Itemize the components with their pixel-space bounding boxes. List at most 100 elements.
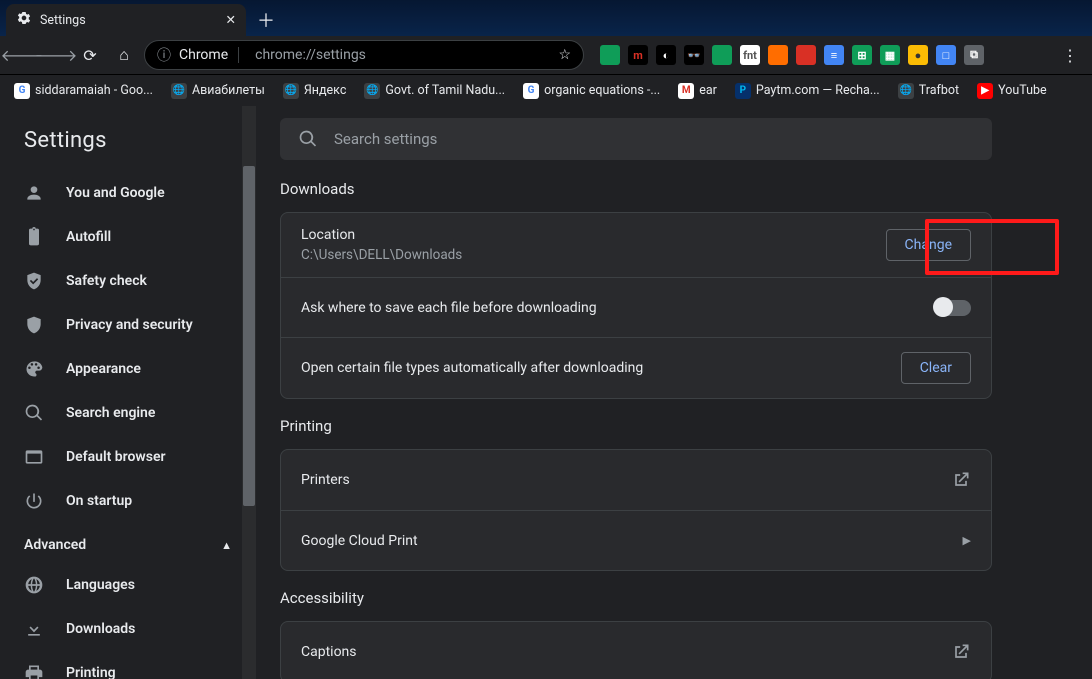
sidebar-item-on-startup[interactable]: On startup <box>0 479 256 523</box>
extension-icon[interactable]: ⊞ <box>852 45 872 65</box>
bookmark-label: Trafbot <box>919 83 959 98</box>
sidebar-item-label: On startup <box>66 493 132 509</box>
bookmark-item[interactable]: 🌐Авиабилеты <box>165 83 271 99</box>
info-icon: ⓘ <box>157 45 171 65</box>
search-icon <box>298 129 318 149</box>
bookmark-item[interactable]: Gsiddaramaiah - Goo... <box>8 83 159 99</box>
palette-icon <box>24 359 44 379</box>
bookmark-item[interactable]: ▶YouTube <box>971 83 1053 99</box>
extension-icon[interactable]: 👓 <box>684 45 704 65</box>
extension-icon[interactable]: ▦ <box>880 45 900 65</box>
url-scheme-label: Chrome <box>179 47 239 63</box>
downloads-location-row: Location C:\Users\DELL\Downloads Change <box>281 213 991 277</box>
bookmark-label: Govt. of Tamil Nadu... <box>385 83 505 98</box>
back-button[interactable]: 🡐 <box>8 41 36 69</box>
extension-icon[interactable] <box>600 45 620 65</box>
favicon: 🌐 <box>171 83 187 99</box>
extension-icon[interactable]: ⧉ <box>964 45 984 65</box>
favicon: G <box>14 83 30 99</box>
sidebar-item-default-browser[interactable]: Default browser <box>0 435 256 479</box>
person-icon <box>24 183 44 203</box>
printers-row[interactable]: Printers <box>281 450 991 510</box>
sidebar-item-downloads[interactable]: Downloads <box>0 607 256 651</box>
extension-icon[interactable]: fnt <box>740 45 760 65</box>
bookmark-item[interactable]: 🌐 Trafbot <box>892 83 965 99</box>
page-title: Settings <box>0 106 256 171</box>
advanced-label: Advanced <box>24 537 86 553</box>
scrollbar-thumb[interactable] <box>243 166 255 506</box>
cloud-print-row[interactable]: Google Cloud Print ▶ <box>281 510 991 570</box>
browser-tab[interactable]: Settings ✕ <box>6 4 246 36</box>
address-bar[interactable]: ⓘ Chrome chrome://settings ☆ <box>144 40 584 70</box>
bookmark-label: siddaramaiah - Goo... <box>35 83 153 98</box>
extension-icon[interactable]: ● <box>908 45 928 65</box>
search-icon <box>24 403 44 423</box>
sidebar-item-label: You and Google <box>66 185 165 201</box>
bookmark-label: ear <box>699 83 717 98</box>
tab-title: Settings <box>40 13 86 28</box>
section-title-printing: Printing <box>280 417 1068 435</box>
settings-sidebar: Settings You and Google Autofill Safety … <box>0 106 256 679</box>
sidebar-item-safety-check[interactable]: Safety check <box>0 259 256 303</box>
sidebar-item-label: Safety check <box>66 273 147 289</box>
search-placeholder: Search settings <box>334 130 437 148</box>
bookmark-item[interactable]: 🌐 Govt. of Tamil Nadu... <box>358 83 511 99</box>
ask-save-toggle[interactable] <box>935 300 971 316</box>
section-title-accessibility: Accessibility <box>280 589 1068 607</box>
search-settings-input[interactable]: Search settings <box>280 118 992 160</box>
bookmark-item[interactable]: Mear <box>672 83 723 99</box>
sidebar-item-label: Appearance <box>66 361 141 377</box>
change-location-button[interactable]: Change <box>886 229 971 261</box>
extension-icon[interactable]: ≡ <box>824 45 844 65</box>
favicon: 🌐 <box>364 83 380 99</box>
extension-icon[interactable] <box>796 45 816 65</box>
forward-button[interactable]: 🡒 <box>42 41 70 69</box>
sidebar-item-autofill[interactable]: Autofill <box>0 215 256 259</box>
bookmark-item[interactable]: PPaytm.com — Recha... <box>729 83 886 99</box>
open-external-icon <box>951 642 971 662</box>
close-icon[interactable]: ✕ <box>226 12 236 28</box>
sidebar-item-search-engine[interactable]: Search engine <box>0 391 256 435</box>
sidebar-advanced-toggle[interactable]: Advanced ▲ <box>0 523 256 563</box>
favicon: M <box>678 83 694 99</box>
open-external-icon <box>951 470 971 490</box>
browser-toolbar: 🡐 🡒 ⟳ ⌂ ⓘ Chrome chrome://settings ☆ m ◐ 👓… <box>0 36 1092 74</box>
browser-menu-button[interactable]: ⋮ <box>1056 41 1084 69</box>
ask-save-row: Ask where to save each file before downl… <box>281 277 991 337</box>
extension-icon[interactable]: m <box>628 45 648 65</box>
print-icon <box>24 663 44 679</box>
sidebar-item-languages[interactable]: Languages <box>0 563 256 607</box>
clear-auto-open-button[interactable]: Clear <box>901 352 971 384</box>
globe-icon <box>24 575 44 595</box>
reload-button[interactable]: ⟳ <box>76 41 104 69</box>
location-label: Location <box>301 227 462 243</box>
chevron-right-icon: ▶ <box>963 534 971 547</box>
bookmark-star-icon[interactable]: ☆ <box>558 47 571 63</box>
cloud-print-label: Google Cloud Print <box>301 533 418 549</box>
sidebar-item-privacy[interactable]: Privacy and security <box>0 303 256 347</box>
bookmark-label: Яндекс <box>304 83 347 98</box>
home-button[interactable]: ⌂ <box>110 41 138 69</box>
sidebar-item-you-and-google[interactable]: You and Google <box>0 171 256 215</box>
captions-row[interactable]: Captions <box>281 622 991 679</box>
favicon: G <box>523 83 539 99</box>
location-path: C:\Users\DELL\Downloads <box>301 247 462 263</box>
sidebar-item-label: Downloads <box>66 621 135 637</box>
extension-icon[interactable]: □ <box>936 45 956 65</box>
shield-check-icon <box>24 271 44 291</box>
ask-save-label: Ask where to save each file before downl… <box>301 300 597 316</box>
sidebar-item-printing[interactable]: Printing <box>0 651 256 679</box>
extension-icon[interactable] <box>768 45 788 65</box>
url-text: chrome://settings <box>255 47 366 63</box>
extension-icon[interactable]: ◐ <box>656 45 676 65</box>
sidebar-item-appearance[interactable]: Appearance <box>0 347 256 391</box>
auto-open-label: Open certain file types automatically af… <box>301 360 643 376</box>
bookmark-item[interactable]: Gorganic equations -... <box>517 83 666 99</box>
bookmarks-bar: Gsiddaramaiah - Goo...🌐Авиабилеты🌐Яндекс… <box>0 74 1092 106</box>
favicon: 🌐 <box>898 83 914 99</box>
new-tab-button[interactable]: ＋ <box>252 6 280 34</box>
favicon: ▶ <box>977 83 993 99</box>
bookmark-item[interactable]: 🌐Яндекс <box>277 83 353 99</box>
auto-open-row: Open certain file types automatically af… <box>281 337 991 398</box>
extension-icon[interactable] <box>712 45 732 65</box>
